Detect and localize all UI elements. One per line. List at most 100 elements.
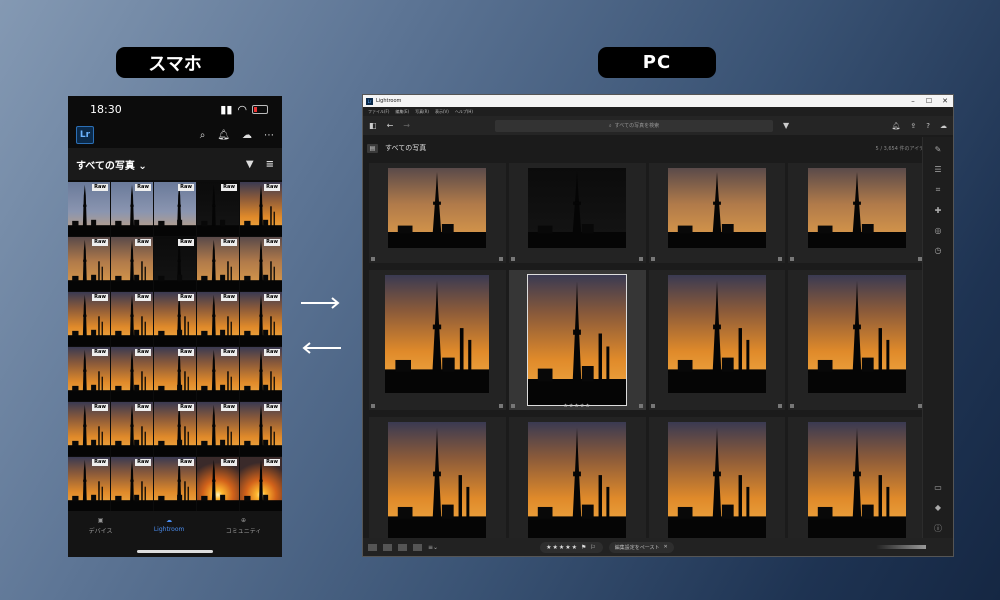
pc-photo-thumbnail[interactable] — [807, 275, 906, 393]
edit-icon[interactable]: ✎ — [935, 145, 942, 154]
phone-photo-thumbnail[interactable]: Raw — [68, 237, 110, 291]
photos-icon[interactable]: ▤ — [367, 143, 378, 153]
phone-photo-thumbnail[interactable]: Raw — [240, 347, 282, 401]
phone-photo-thumbnail[interactable]: Raw — [111, 347, 153, 401]
phone-photo-thumbnail[interactable]: Raw — [111, 457, 153, 511]
flag-icon[interactable] — [650, 257, 655, 261]
phone-photo-thumbnail[interactable]: Raw — [240, 292, 282, 346]
pc-photo-cell[interactable] — [369, 417, 506, 556]
thumbnail-size-slider[interactable] — [876, 545, 926, 549]
pc-photo-cell[interactable] — [369, 270, 506, 410]
flag-icon[interactable] — [371, 404, 375, 408]
share-icon[interactable]: ⇪ — [910, 122, 916, 130]
phone-photo-thumbnail[interactable]: Raw — [68, 402, 110, 456]
phone-photo-thumbnail[interactable]: Raw — [154, 347, 196, 401]
rating-control[interactable]: ★★★★★ ⚑ ⚐ — [540, 541, 603, 553]
phone-photo-thumbnail[interactable]: Raw — [111, 237, 153, 291]
healing-icon[interactable]: ✚ — [935, 206, 942, 215]
phone-photo-thumbnail[interactable]: Raw — [154, 182, 196, 236]
nav-community[interactable]: ⊕ コミュニティ — [226, 517, 262, 535]
pc-photo-cell[interactable] — [648, 270, 786, 410]
phone-photo-thumbnail[interactable]: Raw — [154, 237, 196, 291]
info-icon[interactable]: ⓘ — [934, 523, 942, 534]
menu-edit[interactable]: 編集(E) — [395, 109, 409, 115]
album-title[interactable]: すべての写真 ⌄ — [76, 157, 147, 172]
tag-icon[interactable]: ◆ — [935, 503, 941, 512]
phone-photo-thumbnail[interactable]: Raw — [154, 292, 196, 346]
phone-photo-thumbnail[interactable]: Raw — [111, 292, 153, 346]
search-icon[interactable]: ⌕ — [200, 130, 206, 141]
flag-icon[interactable]: ⚑ — [581, 544, 587, 551]
phone-photo-thumbnail[interactable]: Raw — [111, 182, 153, 236]
flag-icon[interactable] — [371, 257, 375, 261]
flag-icon[interactable] — [790, 404, 795, 408]
single-view-icon[interactable] — [413, 543, 422, 551]
rating-stars[interactable]: ★★★★★ — [509, 403, 646, 409]
square-grid-icon[interactable] — [383, 543, 392, 551]
nav-lightroom[interactable]: ☁ Lightroom — [154, 517, 185, 533]
phone-photo-thumbnail[interactable]: Raw — [240, 457, 282, 511]
nav-device[interactable]: ▣ デバイス — [89, 517, 113, 535]
more-icon[interactable]: ⋯ — [264, 130, 274, 141]
phone-photo-thumbnail[interactable]: Raw — [68, 292, 110, 346]
phone-photo-thumbnail[interactable]: Raw — [154, 402, 196, 456]
pc-photo-cell[interactable] — [788, 417, 925, 556]
menu-photo[interactable]: 写真(R) — [415, 109, 429, 115]
panel-toggle-icon[interactable]: ◧ — [369, 121, 377, 130]
minimize-button[interactable]: – — [905, 97, 921, 105]
phone-photo-thumbnail[interactable]: Raw — [197, 457, 239, 511]
forward-icon[interactable]: → — [403, 121, 410, 130]
maximize-button[interactable]: ☐ — [921, 97, 937, 105]
pc-photo-cell[interactable] — [508, 417, 646, 556]
close-button[interactable]: ✕ — [937, 97, 953, 105]
phone-photo-thumbnail[interactable]: Raw — [111, 402, 153, 456]
phone-photo-thumbnail[interactable]: Raw — [68, 182, 110, 236]
menu-file[interactable]: ファイル(F) — [368, 109, 389, 115]
pc-photo-cell[interactable] — [648, 417, 786, 556]
pc-photo-thumbnail[interactable] — [667, 275, 766, 393]
detail-view-icon[interactable] — [398, 543, 407, 551]
phone-photo-thumbnail[interactable]: Raw — [240, 237, 282, 291]
help-icon[interactable]: ? — [926, 122, 930, 130]
phone-photo-thumbnail[interactable]: Raw — [197, 347, 239, 401]
comment-icon[interactable]: ▭ — [934, 483, 942, 492]
history-icon[interactable]: ◷ — [935, 246, 942, 255]
pc-photo-thumbnail[interactable] — [528, 422, 627, 540]
phone-photo-thumbnail[interactable]: Raw — [197, 292, 239, 346]
menu-view[interactable]: 表示(V) — [435, 109, 449, 115]
search-input[interactable]: ⌕ すべての写真を検索 — [494, 119, 773, 132]
pc-photo-thumbnail[interactable] — [807, 168, 906, 248]
sort-icon[interactable]: ≡⌄ — [428, 544, 438, 551]
pc-photo-thumbnail[interactable] — [667, 168, 766, 248]
pc-photo-thumbnail[interactable] — [385, 275, 490, 393]
sort-icon[interactable]: ≡ — [266, 159, 274, 170]
pc-photo-thumbnail[interactable] — [388, 422, 487, 540]
pc-photo-cell[interactable] — [788, 270, 925, 410]
pc-photo-cell[interactable] — [508, 163, 646, 263]
flag-icon[interactable] — [510, 257, 515, 261]
footer-rating-stars[interactable]: ★★★★★ — [546, 544, 578, 551]
pc-photo-cell[interactable] — [369, 163, 506, 263]
flag-icon[interactable] — [790, 257, 795, 261]
reject-flag-icon[interactable]: ⚐ — [590, 544, 596, 551]
close-icon[interactable]: ✕ — [664, 544, 668, 550]
menu-help[interactable]: ヘルプ(H) — [455, 109, 473, 115]
phone-photo-thumbnail[interactable]: Raw — [197, 237, 239, 291]
pc-photo-cell[interactable] — [788, 163, 925, 263]
phone-photo-thumbnail[interactable]: Raw — [154, 457, 196, 511]
bell-icon[interactable]: 🔔︎ — [892, 122, 901, 130]
mask-icon[interactable]: ◎ — [935, 226, 942, 235]
phone-photo-thumbnail[interactable]: Raw — [240, 182, 282, 236]
filter-icon[interactable]: ▼ — [246, 159, 254, 170]
phone-photo-thumbnail[interactable]: Raw — [197, 402, 239, 456]
flag-icon[interactable] — [650, 404, 655, 408]
phone-photo-thumbnail[interactable]: Raw — [68, 347, 110, 401]
bell-icon[interactable]: 🔔︎ — [217, 130, 230, 141]
cloud-sync-icon[interactable]: ☁ — [242, 130, 252, 141]
pc-photo-thumbnail[interactable] — [388, 168, 487, 248]
cloud-sync-icon[interactable]: ☁ — [940, 122, 947, 130]
paste-settings-button[interactable]: 編集設定をペースト ✕ — [608, 541, 674, 553]
sliders-icon[interactable]: ☰ — [934, 165, 941, 174]
pc-photo-thumbnail[interactable] — [667, 422, 766, 540]
pc-photo-cell[interactable] — [648, 163, 786, 263]
